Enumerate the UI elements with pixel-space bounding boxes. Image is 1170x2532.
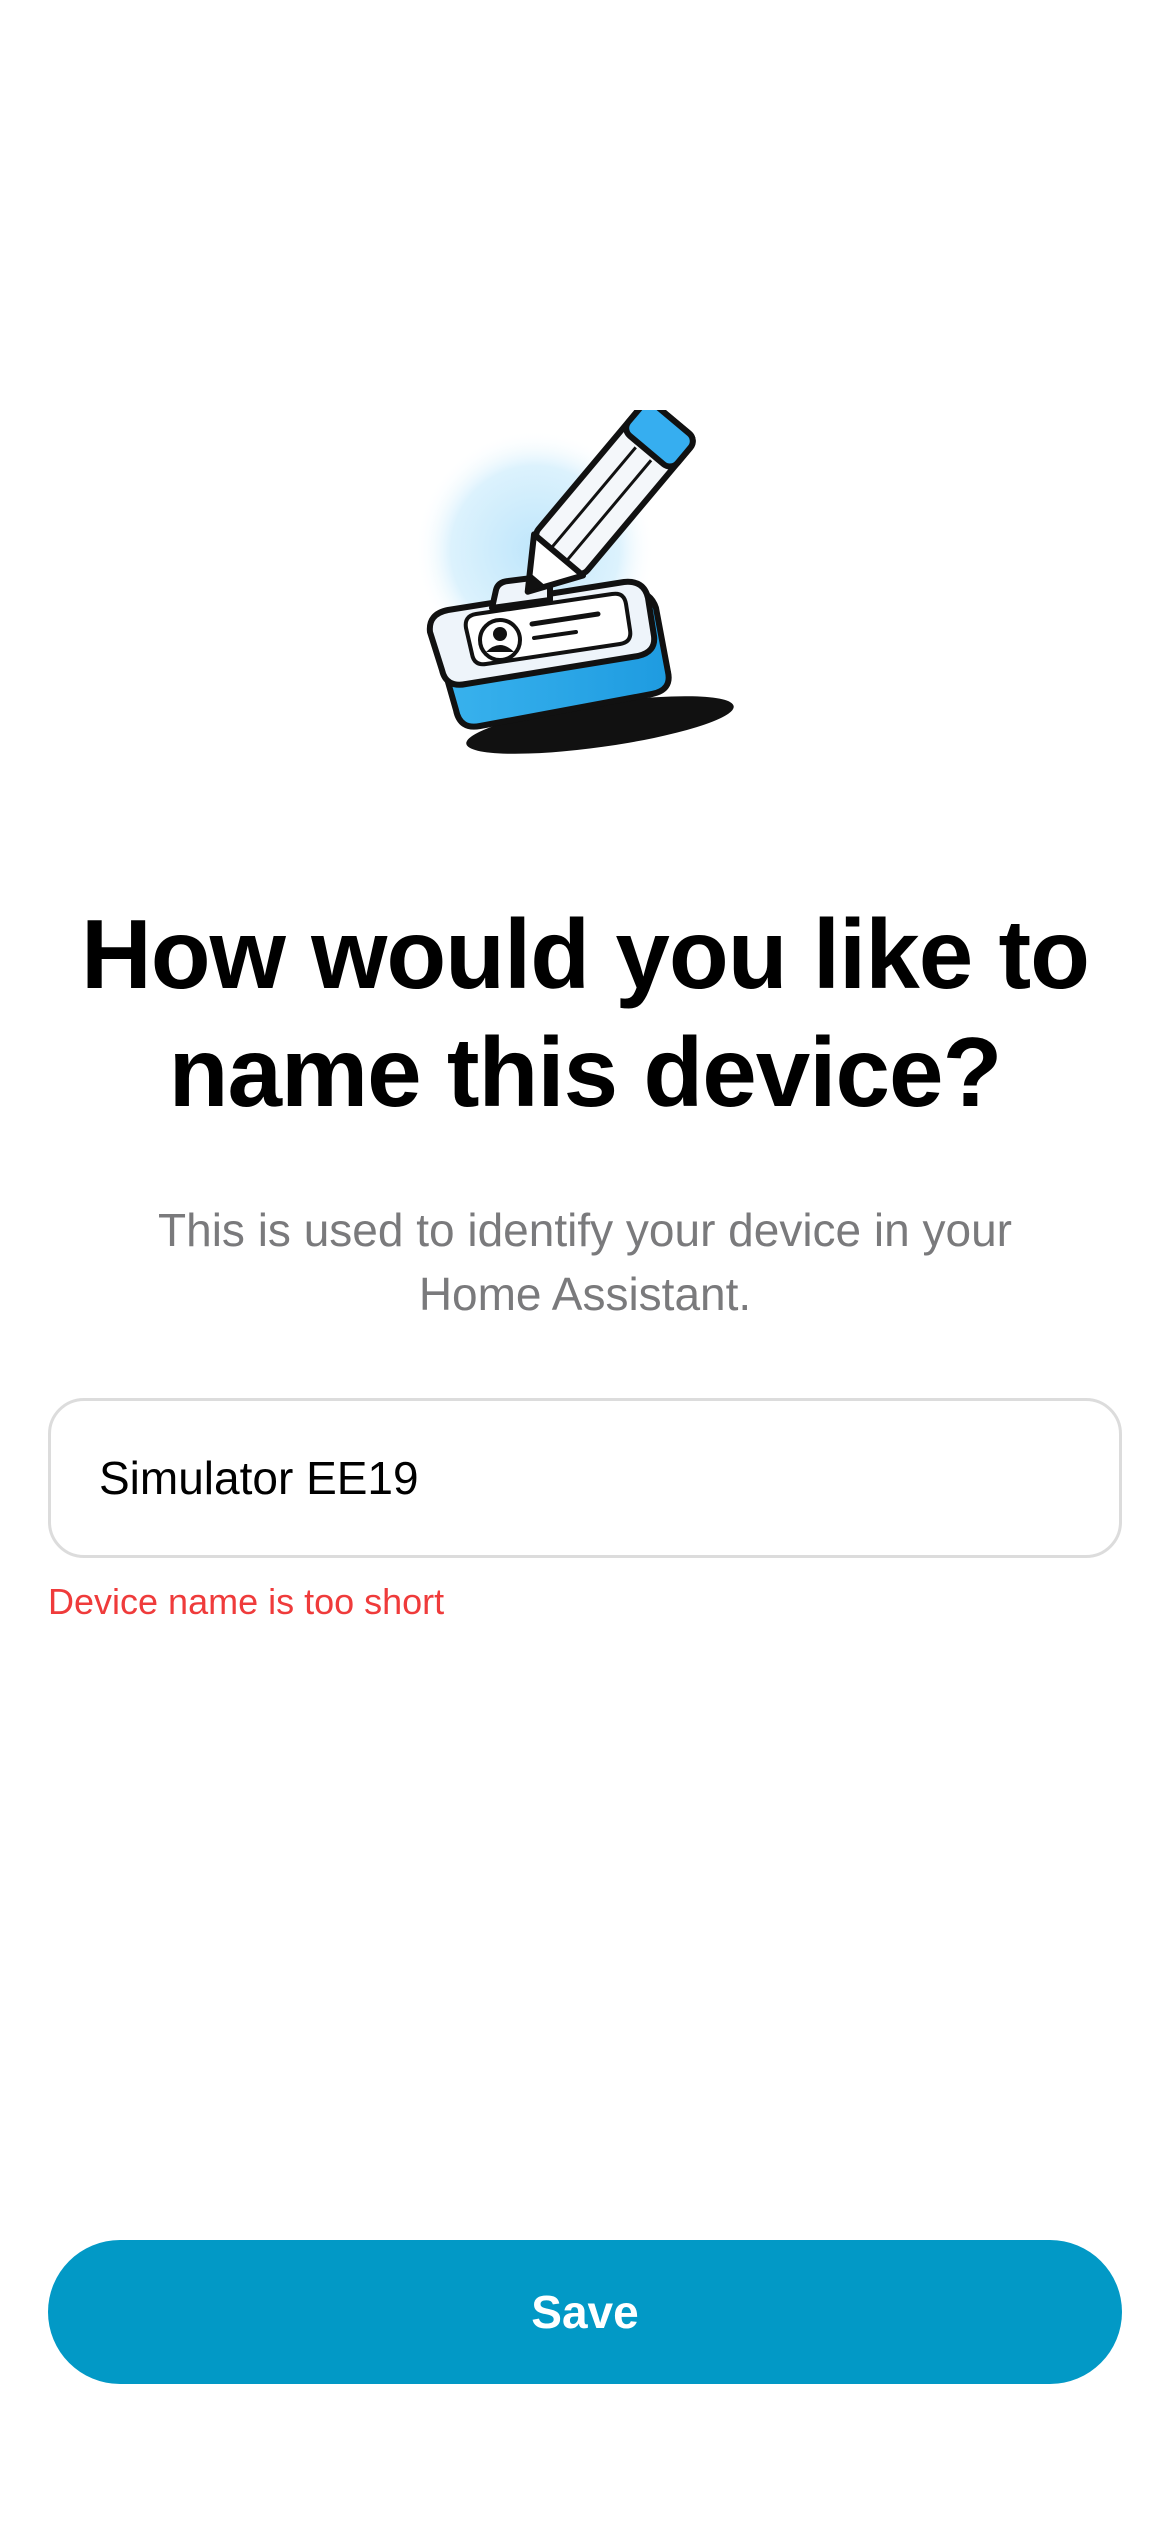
save-button[interactable]: Save [48,2240,1122,2384]
page-title: How would you like to name this device? [81,899,1090,1127]
device-id-card-pencil-icon [415,410,734,754]
error-message: Device name is too short [48,1581,445,1622]
device-name-input[interactable] [99,1451,1071,1505]
device-name-field[interactable] [48,1398,1122,1558]
page-subtitle: This is used to identify your device in … [158,1204,1012,1320]
device-name-illustration [400,410,770,780]
